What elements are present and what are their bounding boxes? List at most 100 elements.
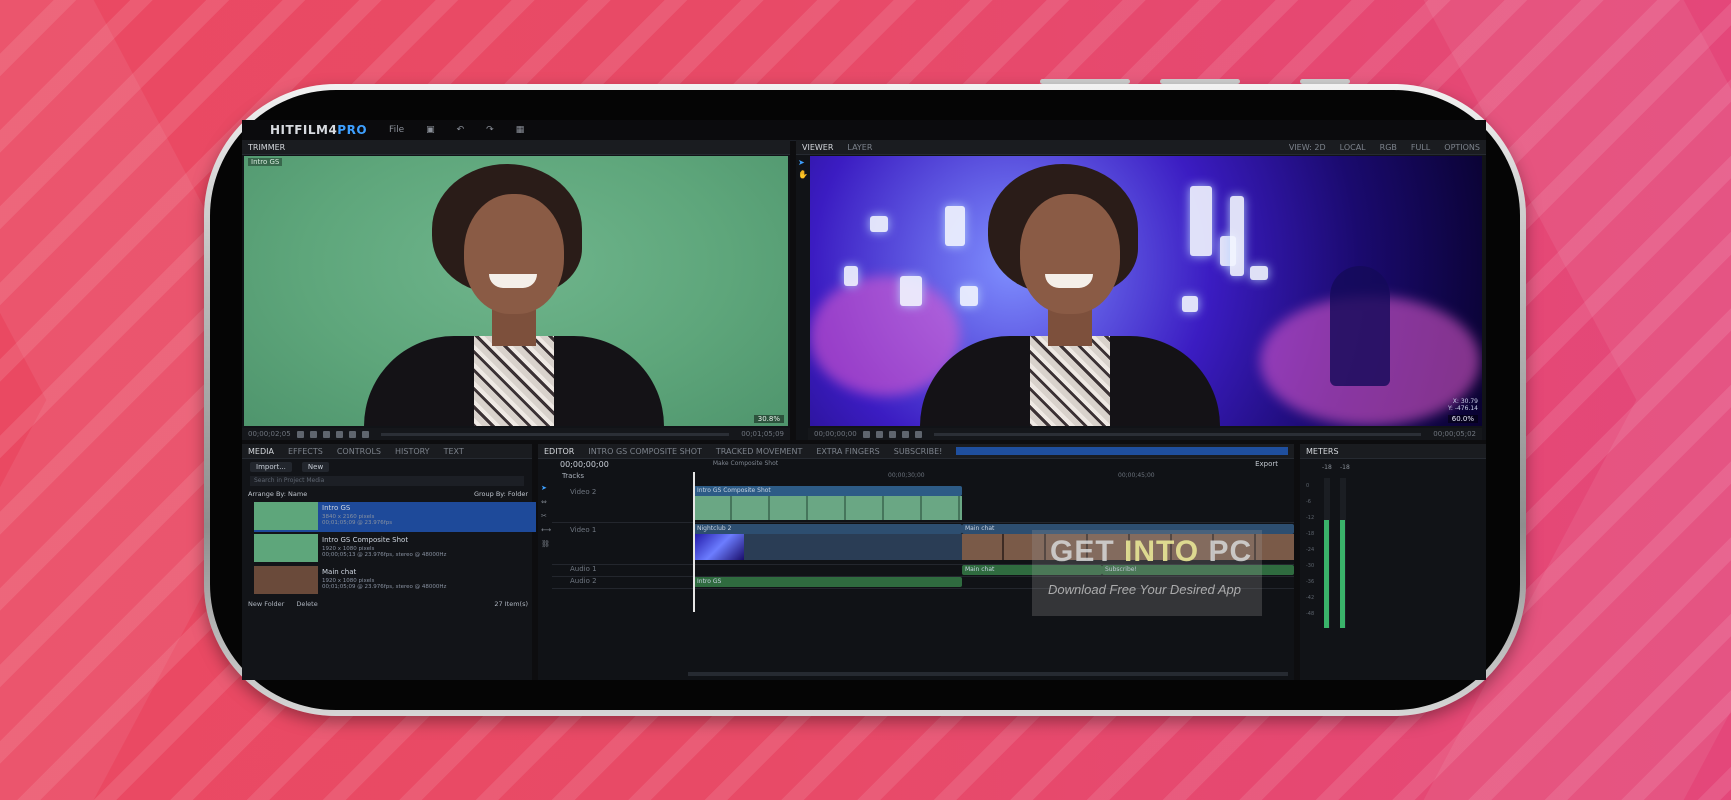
trimmer-timecode-start: 00;00;02;05 (248, 430, 291, 438)
tab-effects[interactable]: EFFECTS (288, 447, 323, 456)
save-icon[interactable]: ▣ (426, 125, 435, 135)
group-select[interactable]: Group By: Folder (474, 490, 528, 498)
clip-intro-gs-audio[interactable]: Intro GS (694, 577, 962, 587)
arrange-select[interactable]: Arrange By: Name (248, 490, 307, 498)
item-count: 27 Item(s) (494, 600, 528, 608)
media-toolbar: Import... New (250, 462, 330, 472)
next-frame-icon[interactable] (888, 430, 896, 438)
viewer-tools: ➤ ✋ (796, 156, 808, 426)
clip-label: Main chat (965, 566, 995, 573)
make-composite-button[interactable]: Make Composite Shot (713, 460, 778, 469)
editor-timecode: 00;00;00;00 (560, 460, 609, 469)
select-tool-icon[interactable]: ➤ (798, 158, 805, 167)
resolution-select[interactable]: FULL (1411, 143, 1430, 152)
loop-icon[interactable] (901, 430, 909, 438)
app-logo: HITFILM4PRO (270, 123, 368, 137)
clip-nightclub-body (744, 534, 962, 560)
viewer-header: VIEWER LAYER VIEW: 2D LOCAL RGB FULL OPT… (796, 140, 1486, 155)
tab-editor[interactable]: EDITOR (544, 447, 574, 456)
tab-extra-fingers[interactable]: EXTRA FINGERS (816, 447, 879, 456)
media-item-duration: 00;01;05;09 @ 23.976fps, stereo @ 48000H… (322, 584, 447, 590)
viewer-zoom[interactable]: 60.0% (1447, 415, 1478, 423)
import-button[interactable]: Import... (250, 462, 292, 472)
coord-y: Y: -476.14 (1448, 405, 1478, 412)
meter-scale: 0 -6 -12 -18 -24 -30 -36 -42 -48 (1306, 483, 1315, 617)
viewer-timecode-start: 00;00;00;00 (814, 430, 857, 438)
track-name: Video 1 (570, 526, 597, 534)
undo-icon[interactable]: ↶ (457, 125, 465, 135)
trimmer-video[interactable]: Intro GS 30.8% (244, 156, 788, 426)
media-item[interactable]: Main chat 1920 x 1080 pixels 00;01;05;09… (254, 566, 536, 596)
link-tool-icon[interactable]: ⛓ (541, 540, 550, 548)
ruler-mark: 00;00;30;00 (888, 472, 925, 479)
media-sort-bar: Arrange By: Name Group By: Folder (248, 490, 528, 498)
media-item[interactable]: Intro GS 3840 x 2160 pixels 00;01;05;09 … (254, 502, 536, 532)
redo-icon[interactable]: ↷ (486, 125, 494, 135)
delete-button[interactable]: Delete (296, 600, 317, 608)
tab-meters[interactable]: METERS (1306, 447, 1339, 456)
clip-nightclub[interactable]: Nightclub 2 (694, 524, 962, 534)
tab-media[interactable]: MEDIA (248, 447, 274, 456)
meter-right-level (1340, 520, 1345, 628)
watermark-title: GET INTO PC (1050, 535, 1253, 568)
watermark-tagline: Download Free Your Desired App (1048, 582, 1241, 597)
slip-tool-icon[interactable]: ⇔ (541, 498, 547, 506)
media-search-input[interactable]: Search in Project Media (250, 476, 524, 486)
track-name: Audio 1 (570, 565, 597, 573)
playhead[interactable] (693, 472, 695, 612)
tab-intro-composite[interactable]: INTRO GS COMPOSITE SHOT (588, 447, 702, 456)
media-item-duration: 00;01;05;09 @ 23.976fps (322, 520, 393, 526)
hand-tool-icon[interactable]: ✋ (798, 170, 808, 179)
export-button[interactable]: Export (1255, 460, 1278, 468)
media-item[interactable]: Intro GS Composite Shot 1920 x 1080 pixe… (254, 534, 536, 564)
menu-file[interactable]: File (389, 125, 404, 135)
next-frame-icon[interactable] (322, 430, 330, 438)
clip-label: Nightclub 2 (697, 525, 732, 532)
play-icon[interactable] (875, 430, 883, 438)
tab-layer[interactable]: LAYER (847, 143, 872, 152)
options-menu[interactable]: OPTIONS (1444, 143, 1480, 152)
tab-tracked-movement[interactable]: TRACKED MOVEMENT (716, 447, 802, 456)
clip-label: Intro GS (697, 578, 722, 585)
channel-select[interactable]: RGB (1380, 143, 1397, 152)
viewer-scrubber[interactable] (933, 432, 1422, 436)
tab-subscribe[interactable]: SUBSCRIBE! (894, 447, 943, 456)
clip-label: Main chat (965, 525, 995, 532)
tab-controls[interactable]: CONTROLS (337, 447, 381, 456)
select-tool-icon[interactable]: ➤ (541, 484, 547, 492)
viewer-transport: 00;00;00;00 00;00;05;02 (808, 428, 1482, 440)
mark-out-icon[interactable] (361, 430, 369, 438)
new-button[interactable]: New (301, 462, 330, 472)
stop-icon[interactable] (914, 430, 922, 438)
prev-frame-icon[interactable] (862, 430, 870, 438)
tab-history[interactable]: HISTORY (395, 447, 430, 456)
loop-icon[interactable] (335, 430, 343, 438)
workspace-icon[interactable]: ▦ (516, 125, 525, 135)
viewer-panel: VIEWER LAYER VIEW: 2D LOCAL RGB FULL OPT… (796, 140, 1486, 440)
timeline-scrollbar[interactable] (688, 672, 1288, 676)
mark-in-icon[interactable] (348, 430, 356, 438)
new-folder-button[interactable]: New Folder (248, 600, 284, 608)
meter-peak-right: -18 (1340, 464, 1350, 471)
editor-tabs: EDITOR INTRO GS COMPOSITE SHOT TRACKED M… (538, 444, 1294, 459)
media-item-title: Main chat (322, 568, 357, 576)
tab-text[interactable]: TEXT (444, 447, 464, 456)
clip-composite-shot[interactable]: Intro GS Composite Shot (694, 486, 962, 496)
meters-panel: METERS -18 -18 0 -6 -12 -18 -24 -30 -36 -42 -4… (1300, 444, 1486, 680)
trimmer-scrubber[interactable] (380, 432, 730, 436)
play-icon[interactable] (309, 430, 317, 438)
viewer-video[interactable]: X: 30.79 Y: -476.14 60.0% (810, 156, 1482, 426)
trimmer-header: TRIMMER (242, 140, 790, 155)
track-name: Video 2 (570, 488, 597, 496)
clip-composite-thumbnails (694, 496, 962, 520)
trimmer-zoom[interactable]: 30.8% (753, 415, 784, 423)
razor-tool-icon[interactable]: ✂ (541, 512, 547, 520)
tab-viewer[interactable]: VIEWER (802, 143, 833, 152)
prev-frame-icon[interactable] (296, 430, 304, 438)
space-select[interactable]: LOCAL (1340, 143, 1366, 152)
view-mode-select[interactable]: VIEW: 2D (1289, 143, 1326, 152)
tab-trimmer[interactable]: TRIMMER (248, 143, 285, 152)
media-item-title: Intro GS Composite Shot (322, 536, 409, 544)
ripple-tool-icon[interactable]: ⟷ (541, 526, 551, 534)
meter-right (1340, 478, 1346, 628)
